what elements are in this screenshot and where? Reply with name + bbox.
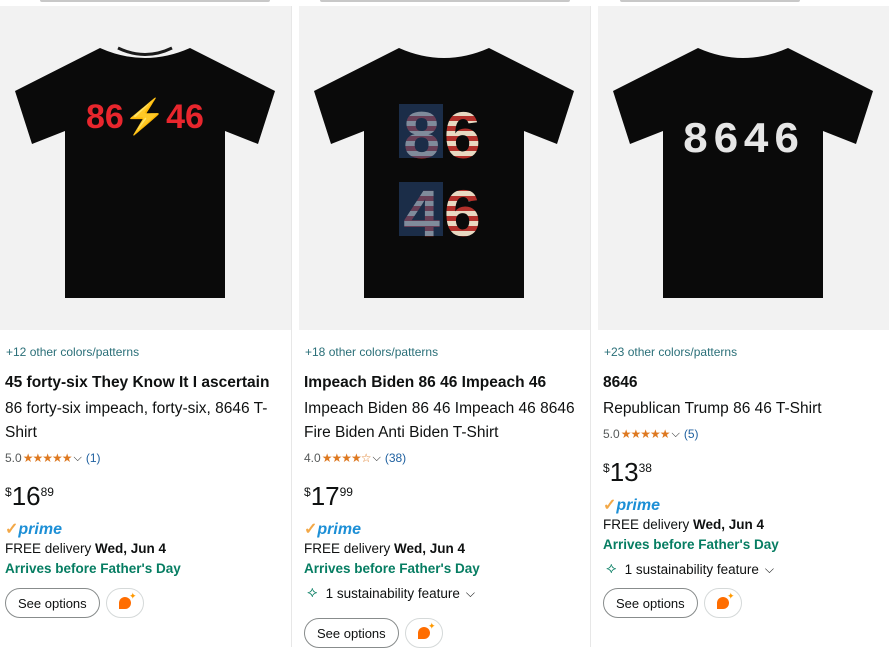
product-subtitle[interactable]: 86 forty-six impeach, forty-six, 8646 T-… xyxy=(5,397,287,445)
prime-label: prime xyxy=(616,497,660,514)
delivery-info: FREE delivery Wed, Jun 4 xyxy=(5,541,166,556)
rating-value: 5.0 xyxy=(5,451,22,465)
rufus-ai-button[interactable]: ✦ xyxy=(704,588,742,618)
shirt-design-text: 86⚡46 xyxy=(86,97,204,137)
product-title[interactable]: 8646 xyxy=(603,374,883,392)
product-image[interactable]: 86 46 xyxy=(299,6,590,330)
rating-value: 5.0 xyxy=(603,427,620,441)
delivery-info: FREE delivery Wed, Jun 4 xyxy=(304,541,465,556)
product-subtitle[interactable]: Impeach Biden 86 46 Impeach 46 8646 Fire… xyxy=(304,397,586,445)
rufus-ai-icon: ✦ xyxy=(717,591,735,609)
fathers-day-note: Arrives before Father's Day xyxy=(603,537,779,552)
price-whole: 16 xyxy=(11,481,41,511)
truncated-text xyxy=(40,0,270,2)
product-card: 86 46 +18 other colors/patterns Impeach … xyxy=(299,6,591,648)
rufus-ai-icon: ✦ xyxy=(418,621,436,639)
rating-row: 5.0 ★★★★★ ⌵ (5) xyxy=(603,426,699,442)
other-colors-link[interactable]: +12 other colors/patterns xyxy=(6,345,139,359)
prime-badge: ✓prime xyxy=(5,519,62,539)
chevron-down-icon[interactable]: ⌵ xyxy=(765,562,774,577)
delivery-prefix: FREE delivery xyxy=(304,541,391,556)
chevron-down-icon[interactable]: ⌵ xyxy=(671,428,679,441)
sustainability-feature[interactable]: ⟡ 1 sustainability feature ⌵ xyxy=(606,560,774,578)
chevron-down-icon[interactable]: ⌵ xyxy=(466,586,475,601)
prime-check-icon: ✓ xyxy=(5,521,19,538)
star-rating-icon[interactable]: ★★★★☆ xyxy=(322,451,372,465)
star-rating-icon[interactable]: ★★★★★ xyxy=(23,451,73,465)
see-options-button[interactable]: See options xyxy=(304,618,399,648)
product-image[interactable]: 8646 xyxy=(598,6,889,330)
fathers-day-note: Arrives before Father's Day xyxy=(5,561,181,576)
rufus-ai-icon: ✦ xyxy=(119,591,137,609)
sustainability-feature[interactable]: ⟡ 1 sustainability feature ⌵ xyxy=(307,584,475,602)
other-colors-link[interactable]: +18 other colors/patterns xyxy=(305,345,438,359)
review-count[interactable]: (5) xyxy=(684,427,699,441)
see-options-button[interactable]: See options xyxy=(603,588,698,618)
leaf-icon: ⟡ xyxy=(307,584,318,601)
star-rating-icon[interactable]: ★★★★★ xyxy=(621,427,671,441)
chevron-down-icon[interactable]: ⌵ xyxy=(372,452,380,465)
review-count[interactable]: (38) xyxy=(385,451,406,465)
other-colors-link[interactable]: +23 other colors/patterns xyxy=(604,345,737,359)
sustainability-label: 1 sustainability feature xyxy=(325,585,460,601)
prime-badge: ✓prime xyxy=(603,495,660,515)
review-count[interactable]: (1) xyxy=(86,451,101,465)
product-image[interactable]: 86⚡46 xyxy=(0,6,291,330)
rufus-ai-button[interactable]: ✦ xyxy=(405,618,443,648)
chevron-down-icon[interactable]: ⌵ xyxy=(73,452,81,465)
price[interactable]: $ 17 99 xyxy=(304,481,353,511)
delivery-date: Wed, Jun 4 xyxy=(394,541,466,556)
truncated-text xyxy=(320,0,570,2)
product-card: 8646 +23 other colors/patterns 8646 Repu… xyxy=(598,6,896,647)
prime-check-icon: ✓ xyxy=(304,521,318,538)
prime-label: prime xyxy=(18,521,62,538)
delivery-date: Wed, Jun 4 xyxy=(693,517,765,532)
price-fraction: 38 xyxy=(638,461,652,475)
prime-label: prime xyxy=(317,521,361,538)
prime-check-icon: ✓ xyxy=(603,497,617,514)
prime-badge: ✓prime xyxy=(304,519,361,539)
truncated-text xyxy=(620,0,800,2)
price-fraction: 89 xyxy=(40,485,54,499)
fathers-day-note: Arrives before Father's Day xyxy=(304,561,480,576)
price-fraction: 99 xyxy=(339,485,353,499)
price-symbol: $ xyxy=(603,461,610,475)
price[interactable]: $ 16 89 xyxy=(5,481,54,511)
product-card: 86⚡46 +12 other colors/patterns 45 forty… xyxy=(0,6,292,647)
rating-row: 5.0 ★★★★★ ⌵ (1) xyxy=(5,450,101,466)
rufus-ai-button[interactable]: ✦ xyxy=(106,588,144,618)
delivery-info: FREE delivery Wed, Jun 4 xyxy=(603,517,764,532)
shirt-design-text: 8646 xyxy=(682,116,804,166)
leaf-icon: ⟡ xyxy=(606,560,617,577)
rating-row: 4.0 ★★★★☆ ⌵ (38) xyxy=(304,450,406,466)
rating-value: 4.0 xyxy=(304,451,321,465)
delivery-prefix: FREE delivery xyxy=(603,517,690,532)
delivery-prefix: FREE delivery xyxy=(5,541,92,556)
product-title[interactable]: 45 forty-six They Know It I ascertain xyxy=(5,374,285,392)
product-subtitle[interactable]: Republican Trump 86 46 T-Shirt xyxy=(603,397,893,421)
delivery-date: Wed, Jun 4 xyxy=(95,541,167,556)
price-whole: 17 xyxy=(310,481,340,511)
price-whole: 13 xyxy=(609,457,639,487)
price-symbol: $ xyxy=(304,485,311,499)
price-symbol: $ xyxy=(5,485,12,499)
see-options-button[interactable]: See options xyxy=(5,588,100,618)
price[interactable]: $ 13 38 xyxy=(603,457,652,487)
product-title[interactable]: Impeach Biden 86 46 Impeach 46 xyxy=(304,374,584,392)
sustainability-label: 1 sustainability feature xyxy=(624,561,759,577)
